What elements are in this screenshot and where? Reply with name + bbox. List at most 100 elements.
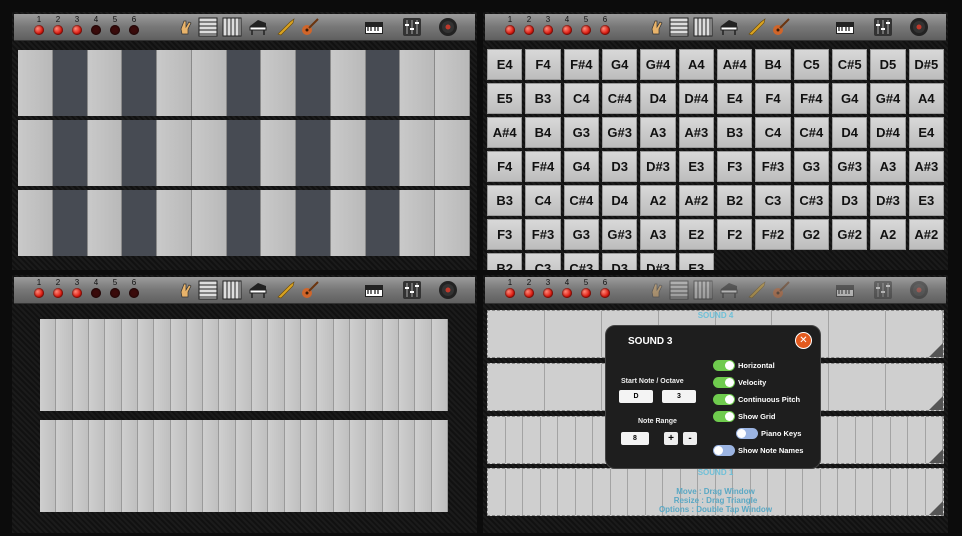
note-cell[interactable]: F#4: [563, 49, 599, 80]
pad-key[interactable]: [400, 120, 436, 186]
note-cell[interactable]: A3: [640, 219, 676, 250]
pad-key[interactable]: [122, 120, 158, 186]
note-cell[interactable]: D#3: [640, 151, 676, 182]
note-cell[interactable]: C#4: [563, 185, 599, 216]
note-cell[interactable]: E3: [678, 151, 714, 182]
pad-key[interactable]: [330, 50, 366, 116]
toggle-switch[interactable]: [736, 428, 758, 439]
piano-key[interactable]: [349, 420, 367, 512]
channel-2-button[interactable]: 2: [51, 15, 65, 35]
note-cell[interactable]: E4: [716, 83, 753, 114]
piano-key[interactable]: [415, 420, 432, 512]
guitar-icon[interactable]: [300, 280, 320, 300]
guitar-icon[interactable]: [771, 280, 791, 300]
pad-key[interactable]: [365, 120, 401, 186]
piano-key[interactable]: [186, 420, 204, 512]
pad-key[interactable]: [261, 120, 297, 186]
note-cell[interactable]: G#4: [640, 49, 676, 80]
note-cell[interactable]: G4: [601, 49, 638, 80]
pad-key[interactable]: [191, 120, 227, 186]
pad-key[interactable]: [435, 120, 470, 186]
pad-key[interactable]: [18, 190, 53, 256]
note-cell[interactable]: C5: [793, 49, 829, 80]
piano-key[interactable]: [186, 319, 204, 411]
sound-key[interactable]: [873, 417, 891, 463]
pad-key[interactable]: [330, 190, 366, 256]
note-cell[interactable]: A4: [908, 83, 944, 114]
note-cell[interactable]: C#5: [831, 49, 868, 80]
piano-key[interactable]: [56, 319, 73, 411]
piano-key[interactable]: [105, 319, 122, 411]
note-cell[interactable]: G2: [793, 219, 829, 250]
channel-4-button[interactable]: 4: [89, 278, 103, 298]
piano-key[interactable]: [105, 420, 122, 512]
keyboard-icon[interactable]: [835, 17, 855, 37]
pad-key[interactable]: [87, 120, 123, 186]
note-cell[interactable]: C#3: [563, 253, 599, 270]
toggle-switch[interactable]: [713, 377, 735, 388]
note-cell[interactable]: E5: [487, 83, 523, 114]
channel-2-button[interactable]: 2: [51, 278, 65, 298]
mixer-icon[interactable]: [873, 280, 893, 300]
channel-3-button[interactable]: 3: [541, 278, 555, 298]
hand-icon[interactable]: [647, 280, 667, 300]
hand-icon[interactable]: [176, 17, 196, 37]
piano-key[interactable]: [268, 420, 285, 512]
piano-key[interactable]: [121, 420, 138, 512]
resize-triangle-icon[interactable]: [929, 396, 943, 410]
note-cell[interactable]: D#5: [908, 49, 944, 80]
guitar-icon[interactable]: [300, 17, 320, 37]
pad-key[interactable]: [87, 190, 123, 256]
sound-key[interactable]: [829, 364, 887, 410]
piano-key[interactable]: [56, 420, 73, 512]
sound-key[interactable]: [908, 417, 926, 463]
piano-key[interactable]: [235, 420, 253, 512]
note-cell[interactable]: G#3: [831, 151, 868, 182]
note-cell[interactable]: B3: [525, 83, 561, 114]
pad-key[interactable]: [122, 190, 158, 256]
note-cell[interactable]: A#2: [908, 219, 944, 250]
channel-4-button[interactable]: 4: [89, 15, 103, 35]
octave-select[interactable]: 3: [662, 390, 696, 403]
record-icon[interactable]: [909, 17, 929, 37]
piano-key[interactable]: [301, 319, 318, 411]
record-icon[interactable]: [438, 17, 458, 37]
note-cell[interactable]: F4: [755, 83, 791, 114]
note-cell[interactable]: F2: [716, 219, 753, 250]
note-cell[interactable]: B2: [716, 185, 753, 216]
note-cell[interactable]: G#4: [870, 83, 906, 114]
mixer-icon[interactable]: [873, 17, 893, 37]
channel-3-button[interactable]: 3: [70, 15, 84, 35]
sound-key[interactable]: [523, 417, 541, 463]
channel-2-button[interactable]: 2: [522, 278, 536, 298]
close-icon[interactable]: ✕: [795, 332, 812, 349]
note-cell[interactable]: F3: [716, 151, 753, 182]
note-cell[interactable]: F#2: [755, 219, 791, 250]
channel-4-button[interactable]: 4: [560, 15, 574, 35]
piano-key[interactable]: [88, 319, 106, 411]
piano-key[interactable]: [333, 319, 350, 411]
note-cell[interactable]: A2: [870, 219, 906, 250]
channel-6-button[interactable]: 6: [127, 278, 141, 298]
mixer-icon[interactable]: [402, 17, 422, 37]
piano-key[interactable]: [366, 319, 383, 411]
piano-key[interactable]: [203, 319, 220, 411]
pad-key[interactable]: [191, 190, 227, 256]
pad-key[interactable]: [226, 190, 262, 256]
channel-1-button[interactable]: 1: [503, 278, 517, 298]
grid-columns-icon[interactable]: [222, 280, 242, 300]
grid-rows-icon[interactable]: [198, 17, 218, 37]
pad-key[interactable]: [52, 120, 88, 186]
note-cell[interactable]: C#4: [793, 117, 829, 148]
piano-key[interactable]: [203, 420, 220, 512]
sound-key[interactable]: [541, 417, 558, 463]
pad-key[interactable]: [365, 50, 401, 116]
note-cell[interactable]: G3: [793, 151, 829, 182]
pad-key[interactable]: [435, 190, 470, 256]
channel-5-button[interactable]: 5: [579, 278, 593, 298]
note-cell[interactable]: F#4: [525, 151, 561, 182]
grid-columns-icon[interactable]: [222, 17, 242, 37]
keyboard-icon[interactable]: [364, 280, 384, 300]
guitar-icon[interactable]: [771, 17, 791, 37]
pad-key[interactable]: [400, 190, 436, 256]
